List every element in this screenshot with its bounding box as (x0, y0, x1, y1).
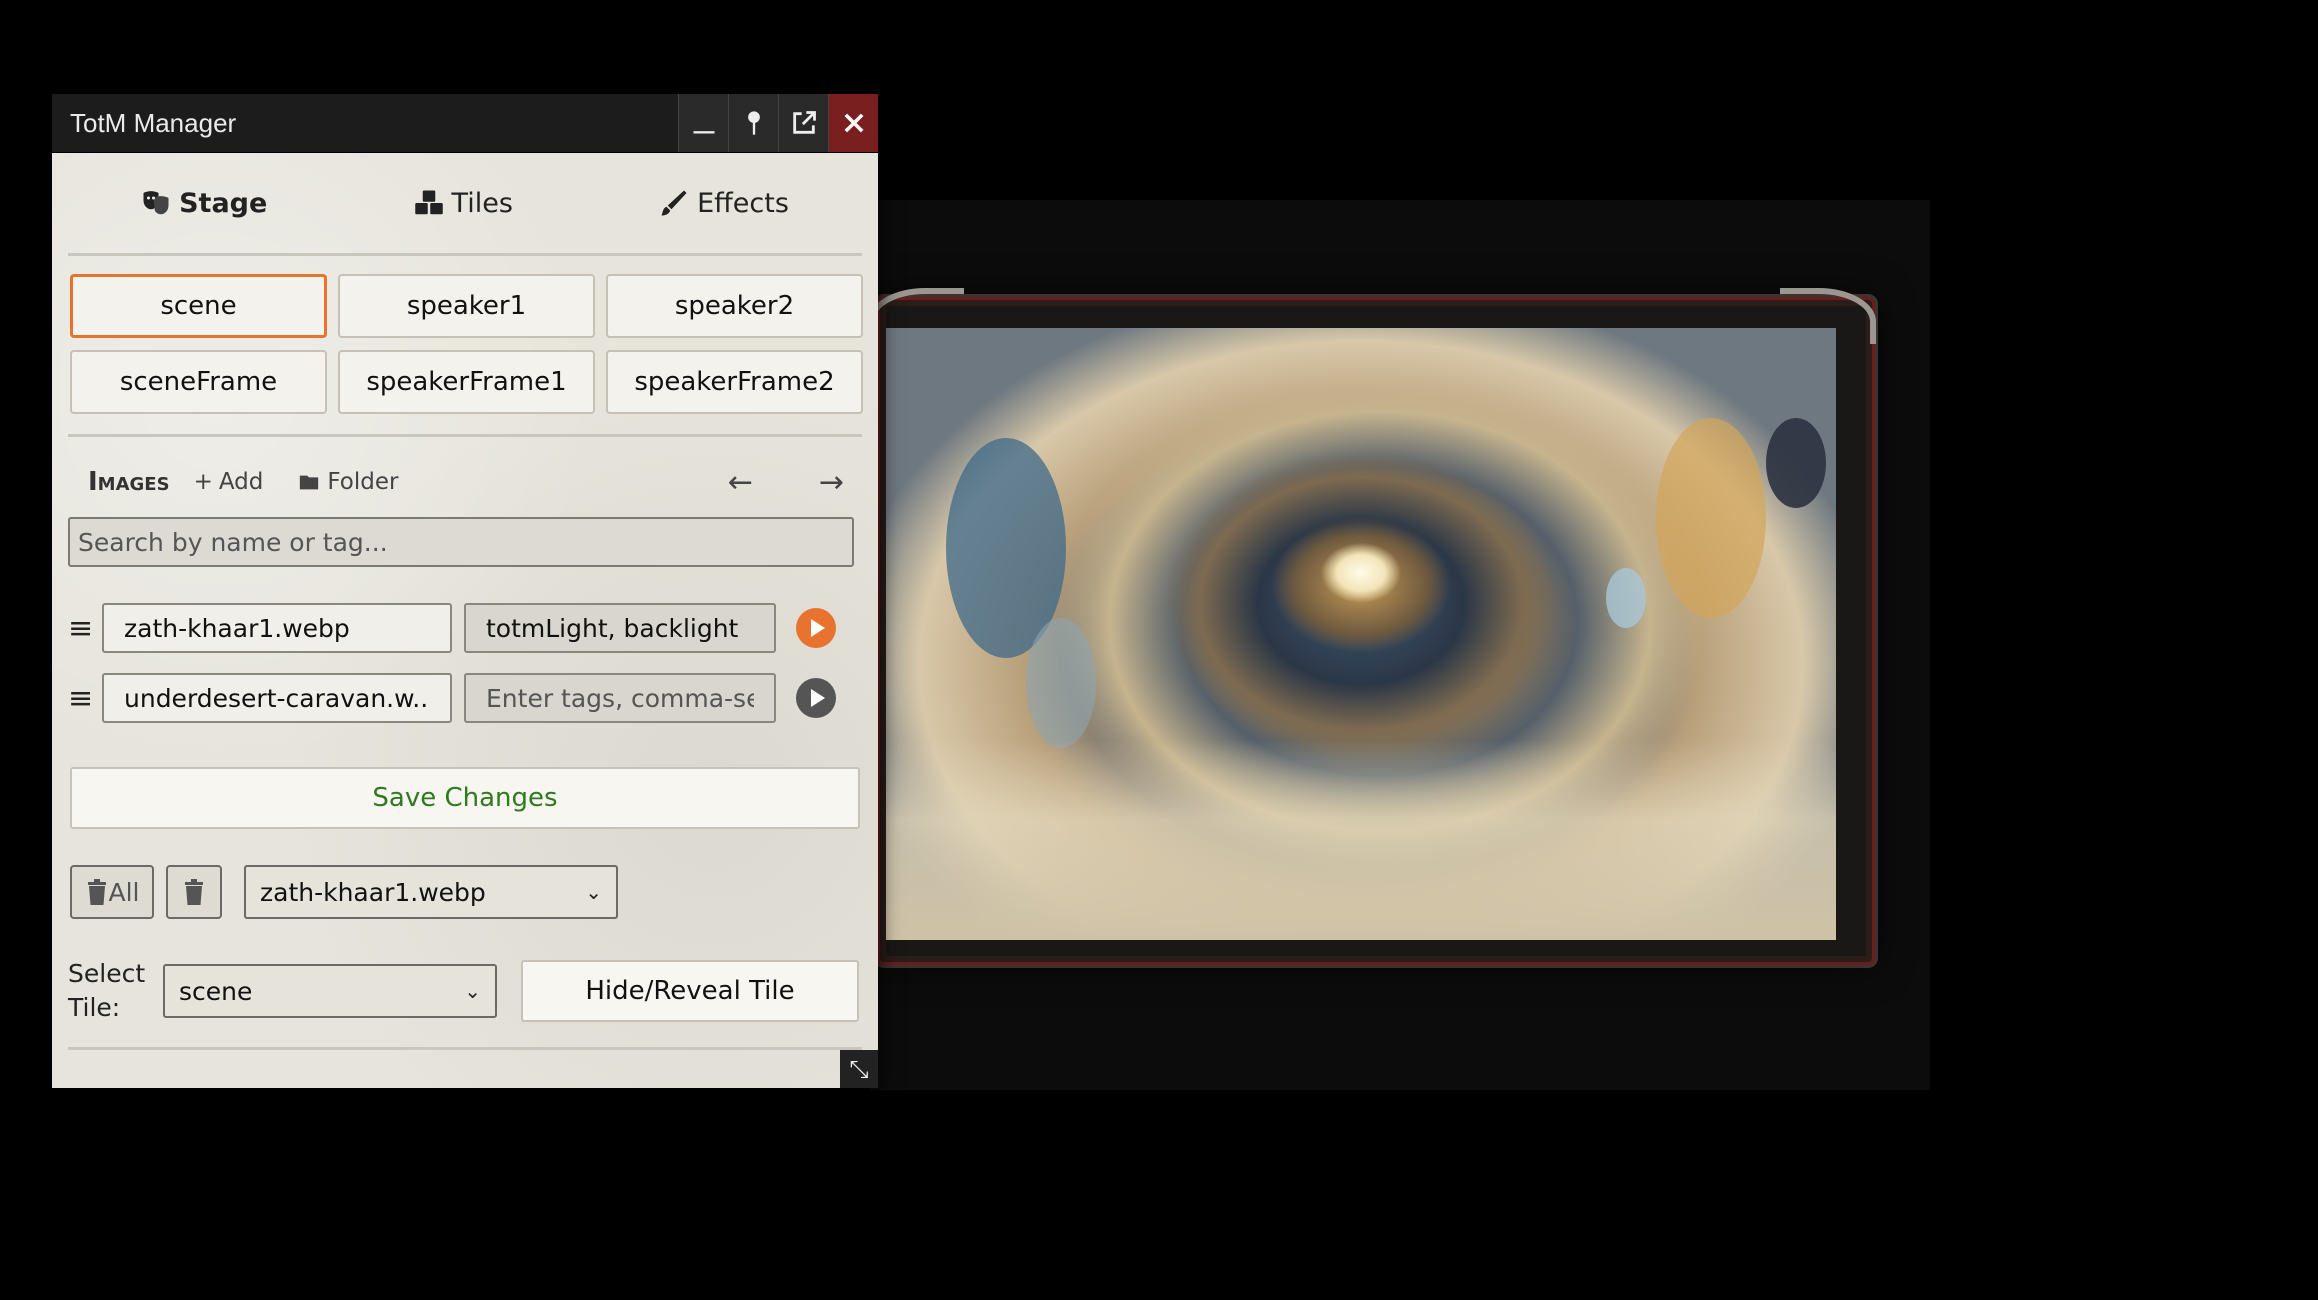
cubes-icon (414, 190, 443, 215)
image-select-value: zath-khaar1.webp (260, 877, 486, 907)
tile-button-scene[interactable]: scene (70, 274, 327, 338)
next-arrow-icon[interactable]: → (819, 465, 844, 500)
select-tile-row: Select Tile: scene ⌄ Hide/Reveal Tile (68, 957, 862, 1025)
images-title: Images (88, 467, 170, 497)
image-row: ≡ (68, 599, 862, 657)
tile-button-speaker2[interactable]: speaker2 (606, 274, 863, 338)
window-titlebar[interactable]: TotM Manager (52, 94, 878, 153)
drag-handle-icon[interactable]: ≡ (68, 611, 102, 646)
image-tags-field[interactable] (464, 673, 776, 723)
folder-icon (300, 475, 319, 490)
image-row: ≡ (68, 669, 862, 727)
play-button[interactable] (796, 678, 836, 718)
tile-select-value: scene (179, 976, 253, 1006)
play-button-active[interactable] (796, 608, 836, 648)
minimize-icon (693, 131, 714, 134)
delete-button[interactable] (166, 865, 222, 919)
pin-button[interactable] (728, 94, 778, 152)
popout-icon (792, 111, 816, 134)
folder-label: Folder (327, 469, 399, 495)
folder-button[interactable]: Folder (297, 469, 398, 495)
previous-arrow-icon[interactable]: ← (728, 465, 753, 500)
close-icon (844, 113, 863, 133)
tile-button-speakerframe2[interactable]: speakerFrame2 (606, 350, 863, 414)
tab-effects-label: Effects (697, 187, 789, 219)
theater-masks-icon (143, 191, 169, 215)
image-select[interactable]: zath-khaar1.webp ⌄ (244, 865, 618, 919)
popout-button[interactable] (778, 94, 828, 152)
image-search-input[interactable] (68, 517, 854, 567)
add-label: Add (218, 469, 264, 495)
minimize-button[interactable] (678, 94, 728, 152)
tab-effects[interactable]: Effects (659, 188, 789, 219)
tile-select[interactable]: scene ⌄ (163, 964, 497, 1018)
pin-icon (747, 111, 760, 135)
chevron-down-icon: ⌄ (585, 880, 602, 904)
image-tags-field[interactable] (464, 603, 776, 653)
tile-button-speakerframe1[interactable]: speakerFrame1 (338, 350, 595, 414)
image-name-field[interactable] (102, 603, 452, 653)
delete-all-label: All (108, 877, 140, 907)
tab-tiles-label: Tiles (451, 187, 513, 219)
paintbrush-icon (661, 190, 687, 216)
hide-reveal-tile-button[interactable]: Hide/Reveal Tile (521, 960, 859, 1022)
play-icon (811, 619, 825, 637)
play-icon (811, 689, 825, 707)
select-tile-label: Select Tile: (68, 959, 146, 1022)
tile-button-grid: scene speaker1 speaker2 sceneFrame speak… (68, 256, 863, 414)
tab-bar: Stage Tiles Effects (68, 153, 862, 256)
close-button[interactable] (828, 94, 878, 152)
tab-stage-label: Stage (179, 187, 268, 219)
totm-manager-window: TotM Manager Stage Tiles Effects scene s… (52, 94, 878, 1088)
plus-icon: + (193, 469, 213, 495)
drag-handle-icon[interactable]: ≡ (68, 681, 102, 716)
scene-image (886, 328, 1836, 940)
image-actions-row: All zath-khaar1.webp ⌄ (70, 865, 862, 919)
image-name-field[interactable] (102, 673, 452, 723)
tab-stage[interactable]: Stage (141, 188, 267, 219)
tile-button-sceneframe[interactable]: sceneFrame (70, 350, 327, 414)
divider (68, 434, 862, 437)
trash-icon (185, 879, 203, 905)
trash-icon (87, 879, 106, 905)
delete-all-button[interactable]: All (70, 865, 154, 919)
divider (68, 1047, 862, 1050)
images-header: Images + Add Folder ← → (68, 447, 862, 517)
add-image-button[interactable]: + Add (194, 469, 264, 495)
window-title: TotM Manager (70, 107, 237, 138)
chevron-down-icon: ⌄ (464, 979, 481, 1003)
save-changes-button[interactable]: Save Changes (70, 767, 860, 829)
tab-tiles[interactable]: Tiles (414, 188, 513, 219)
resize-handle-icon[interactable]: ⤡ (840, 1050, 878, 1088)
tile-button-speaker1[interactable]: speaker1 (338, 274, 595, 338)
